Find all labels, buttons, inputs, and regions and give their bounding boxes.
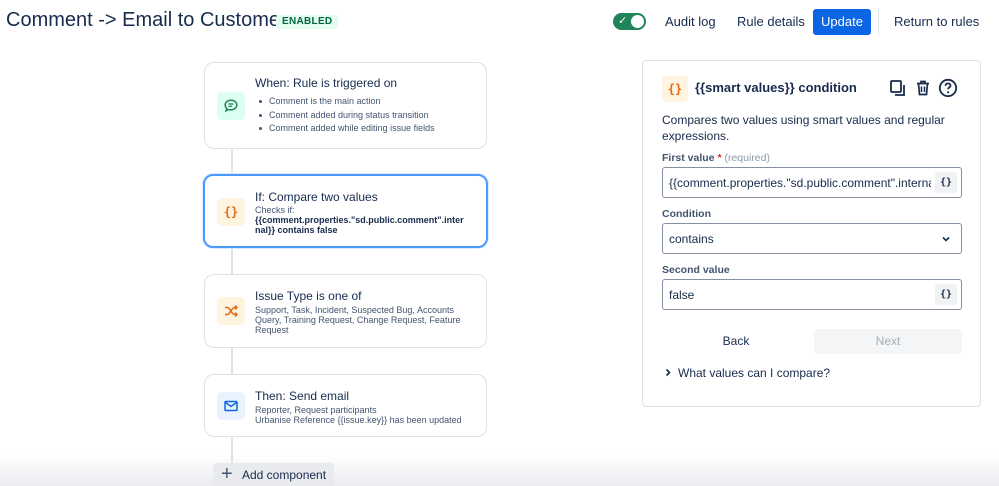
comment-icon	[217, 92, 245, 120]
flow-connector	[231, 348, 233, 374]
braces-icon: {}	[662, 76, 688, 102]
condition-line-2: {{comment.properties."sd.public.comment"…	[255, 215, 464, 225]
condition-line-1: Checks if:	[255, 205, 295, 215]
panel-title: {{smart values}} condition	[695, 80, 857, 95]
trigger-list: Comment is the main action Comment added…	[255, 96, 435, 134]
next-button[interactable]: Next	[814, 329, 962, 354]
list-item: Comment added while editing issue fields	[255, 123, 435, 134]
rule-enabled-toggle[interactable]: ✓	[613, 13, 646, 30]
chevron-down-icon	[941, 233, 951, 247]
second-value-input[interactable]: false	[669, 288, 694, 302]
second-value-field[interactable]: false {}	[662, 279, 962, 310]
action-title: Then: Send email	[255, 389, 350, 403]
condition-selected-value: contains	[669, 232, 714, 246]
issue-type-card[interactable]: Issue Type is one of Support, Task, Inci…	[204, 274, 487, 348]
rule-title: Comment -> Email to Customer	[6, 9, 287, 31]
trigger-title: When: Rule is triggered on	[255, 76, 398, 90]
smart-value-button[interactable]: {}	[935, 284, 957, 305]
required-text: (required)	[724, 152, 770, 164]
action-line-1: Reporter, Request participants	[255, 405, 377, 415]
toggle-knob	[631, 15, 644, 28]
expander-label: What values can I compare?	[678, 366, 831, 380]
canvas-bottom-shade	[0, 455, 999, 486]
email-icon	[217, 392, 245, 420]
status-badge: ENABLED	[276, 15, 339, 29]
condition-config-panel: {} {{smart values}} condition Compares t…	[642, 60, 981, 407]
list-item: Comment added during status transition	[255, 110, 435, 121]
duplicate-icon[interactable]	[887, 77, 909, 99]
second-value-label: Second value	[662, 264, 730, 276]
braces-icon: {}	[217, 198, 245, 226]
first-value-input[interactable]: {{comment.properties."sd.public.comment"…	[669, 176, 931, 190]
condition-title: If: Compare two values	[255, 190, 378, 204]
flow-connector	[231, 248, 233, 274]
add-component-label: Add component	[242, 468, 327, 482]
audit-log-button[interactable]: Audit log	[657, 9, 724, 35]
issue-type-title: Issue Type is one of	[255, 289, 362, 303]
update-button[interactable]: Update	[813, 9, 871, 35]
shuffle-icon	[217, 297, 245, 325]
first-value-label: First value * (required)	[662, 152, 770, 164]
rule-header: Comment -> Email to Customer ENABLED ✓ A…	[0, 0, 999, 44]
back-button[interactable]: Back	[662, 329, 810, 354]
condition-label: Condition	[662, 208, 711, 220]
chevron-right-icon	[664, 368, 672, 380]
condition-select[interactable]: contains	[662, 223, 962, 254]
compare-values-expander[interactable]: What values can I compare?	[664, 366, 830, 380]
help-icon[interactable]	[937, 77, 959, 99]
flow-connector	[231, 148, 233, 174]
check-icon: ✓	[618, 15, 628, 27]
add-component-button[interactable]: + Add component	[213, 463, 334, 486]
action-card[interactable]: Then: Send email Reporter, Request parti…	[204, 374, 487, 437]
return-to-rules-button[interactable]: Return to rules	[886, 9, 987, 35]
flow-connector	[231, 437, 233, 463]
issue-type-line-2: Query, Training Request, Change Request,…	[255, 315, 461, 325]
condition-line-3: nal}} contains false	[255, 225, 338, 235]
smart-value-button[interactable]: {}	[935, 172, 957, 193]
plus-icon: +	[221, 463, 233, 485]
condition-card[interactable]: {} If: Compare two values Checks if: {{c…	[203, 174, 488, 248]
panel-description: Compares two values using smart values a…	[662, 113, 945, 143]
first-value-label-text: First value	[662, 152, 715, 164]
rule-details-button[interactable]: Rule details	[729, 9, 813, 35]
delete-icon[interactable]	[912, 77, 934, 99]
issue-type-line-1: Support, Task, Incident, Suspected Bug, …	[255, 305, 454, 315]
list-item: Comment is the main action	[255, 96, 435, 107]
trigger-card[interactable]: When: Rule is triggered on Comment is th…	[204, 62, 487, 149]
first-value-field[interactable]: {{comment.properties."sd.public.comment"…	[662, 167, 962, 198]
header-divider	[878, 9, 879, 35]
action-line-2: Urbanise Reference {{issue.key}} has bee…	[255, 415, 462, 425]
required-star: *	[717, 152, 722, 164]
issue-type-line-3: Request	[255, 325, 289, 335]
